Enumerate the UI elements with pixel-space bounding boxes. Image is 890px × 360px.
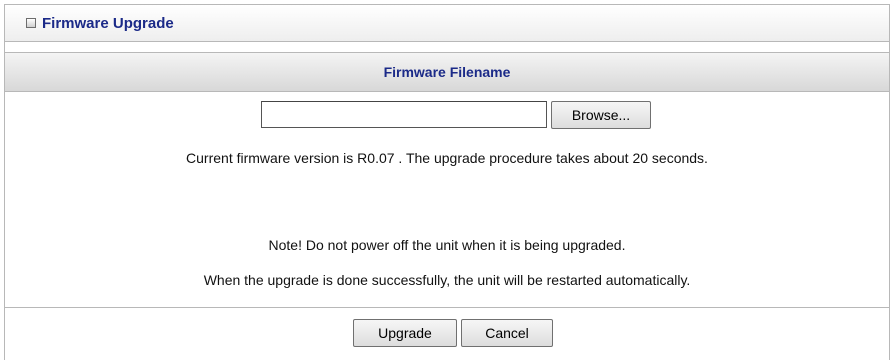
- power-off-warning-text: Note! Do not power off the unit when it …: [268, 237, 626, 253]
- browse-button[interactable]: Browse...: [551, 101, 651, 129]
- panel-title: Firmware Upgrade: [42, 15, 174, 32]
- firmware-upgrade-panel: Firmware Upgrade Firmware Filename Brows…: [4, 4, 890, 360]
- upgrade-button[interactable]: Upgrade: [353, 319, 457, 347]
- file-picker-row: Browse...: [5, 101, 889, 131]
- restart-info-text: When the upgrade is done successfully, t…: [203, 272, 691, 288]
- cancel-button[interactable]: Cancel: [461, 319, 553, 347]
- panel-title-bar: Firmware Upgrade: [5, 4, 889, 42]
- footer-divider: [5, 307, 889, 308]
- firmware-version-text: Current firmware version is R0.07 . The …: [186, 150, 708, 166]
- section-header-label: Firmware Filename: [383, 64, 511, 80]
- square-bullet-icon: [26, 18, 36, 28]
- firmware-filename-input[interactable]: [261, 101, 547, 128]
- section-header: Firmware Filename: [5, 52, 889, 92]
